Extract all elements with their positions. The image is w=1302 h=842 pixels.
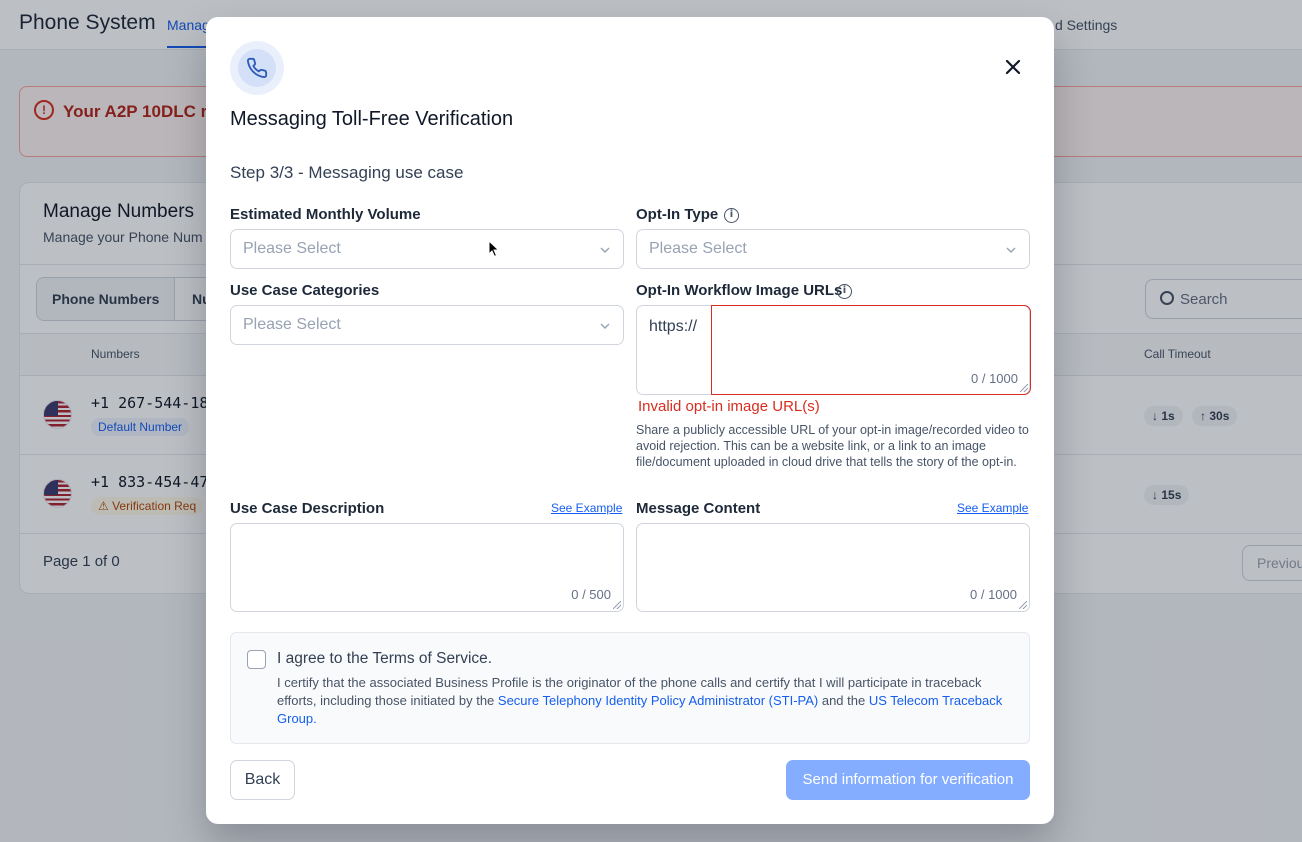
monthly-volume-placeholder: Please Select	[243, 240, 341, 257]
phone-icon	[247, 57, 268, 78]
message-see-example-link[interactable]: See Example	[957, 501, 1028, 515]
close-button[interactable]	[1000, 54, 1026, 80]
sti-pa-link[interactable]: Secure Telephony Identity Policy Adminis…	[498, 693, 818, 708]
message-content-input[interactable]: 0 / 1000	[636, 523, 1030, 612]
opt-in-urls-input[interactable]: 0 / 1000	[711, 305, 1031, 395]
use-case-description-input[interactable]: 0 / 500	[230, 523, 624, 612]
modal-title: Messaging Toll-Free Verification	[230, 108, 514, 130]
verification-modal: Messaging Toll-Free Verification Step 3/…	[206, 17, 1054, 824]
message-content-counter: 0 / 1000	[970, 587, 1017, 602]
monthly-volume-select[interactable]: Please Select	[230, 229, 624, 269]
terms-panel: I agree to the Terms of Service. I certi…	[230, 632, 1030, 744]
opt-in-type-info-icon[interactable]: i	[724, 208, 739, 223]
chevron-down-icon	[1006, 247, 1016, 253]
terms-body: I certify that the associated Business P…	[277, 675, 1003, 726]
terms-checkbox[interactable]	[247, 650, 266, 669]
opt-in-urls-info-icon[interactable]: i	[837, 284, 852, 299]
chevron-down-icon	[600, 323, 610, 329]
close-icon	[1005, 59, 1021, 75]
step-indicator: Step 3/3 - Messaging use case	[230, 163, 464, 182]
use-case-categories-label: Use Case Categories	[230, 282, 380, 299]
chevron-down-icon	[600, 247, 610, 253]
opt-in-urls-field: https:// 0 / 1000	[636, 305, 1031, 395]
mouse-cursor-icon	[488, 240, 500, 258]
send-verification-button[interactable]: Send information for verification	[786, 760, 1030, 800]
use-case-see-example-link[interactable]: See Example	[551, 501, 622, 515]
opt-in-type-select[interactable]: Please Select	[636, 229, 1030, 269]
opt-in-urls-label: Opt-In Workflow Image URLs	[636, 282, 843, 299]
resize-handle[interactable]	[1019, 601, 1027, 609]
use-case-description-label: Use Case Description	[230, 500, 385, 517]
message-content-label: Message Content	[636, 500, 761, 517]
opt-in-type-placeholder: Please Select	[649, 240, 747, 257]
resize-handle[interactable]	[1020, 384, 1028, 392]
use-case-description-counter: 0 / 500	[571, 587, 611, 602]
use-case-categories-placeholder: Please Select	[243, 316, 341, 333]
url-prefix: https://	[649, 318, 698, 335]
opt-in-urls-error: Invalid opt-in image URL(s)	[638, 398, 820, 415]
monthly-volume-label: Estimated Monthly Volume	[230, 206, 421, 223]
opt-in-urls-counter: 0 / 1000	[971, 371, 1018, 386]
back-button[interactable]: Back	[230, 760, 295, 800]
opt-in-urls-help: Share a publicly accessible URL of your …	[636, 423, 1029, 469]
resize-handle[interactable]	[613, 601, 621, 609]
use-case-categories-select[interactable]: Please Select	[230, 305, 624, 345]
modal-icon-ring	[230, 41, 284, 95]
terms-title: I agree to the Terms of Service.	[277, 650, 493, 667]
opt-in-type-label: Opt-In Type	[636, 206, 719, 223]
